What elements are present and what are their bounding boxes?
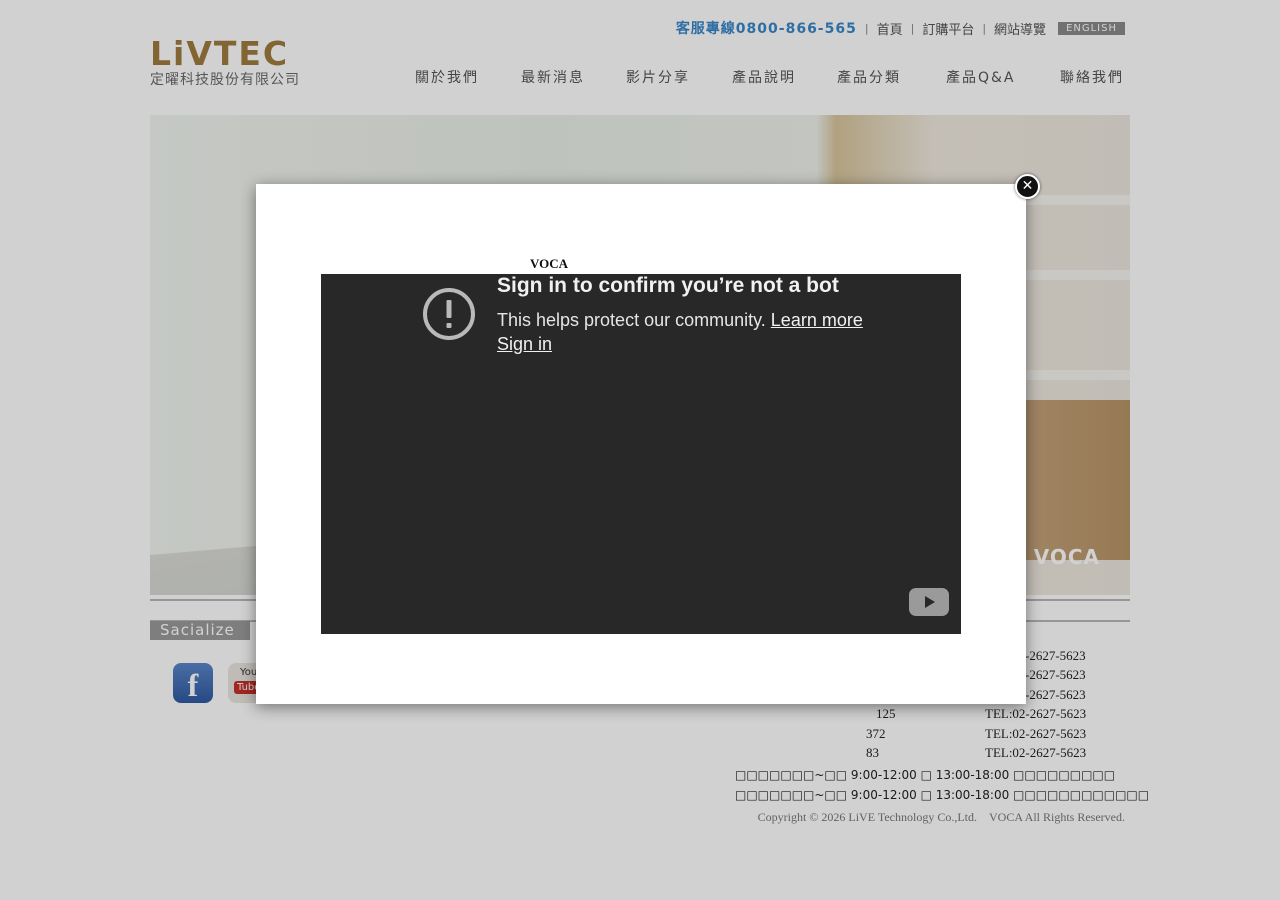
player-error-heading: Sign in to confirm you’re not a bot: [497, 274, 839, 297]
youtube-play-icon[interactable]: [909, 588, 949, 616]
modal-title: VOCA: [530, 256, 569, 271]
close-icon[interactable]: ✕: [1015, 174, 1040, 199]
embedded-video-player[interactable]: Sign in to confirm you’re not a bot This…: [321, 274, 961, 634]
player-message-text: This helps protect our community.: [497, 310, 766, 330]
learn-more-link[interactable]: Learn more: [771, 310, 863, 330]
sign-in-link[interactable]: Sign in: [497, 334, 552, 355]
alert-circle-icon: [423, 288, 475, 340]
player-error-message: This helps protect our community. Learn …: [497, 310, 863, 331]
video-modal: VOCA Sign in to confirm you’re not a bot…: [256, 184, 1026, 704]
